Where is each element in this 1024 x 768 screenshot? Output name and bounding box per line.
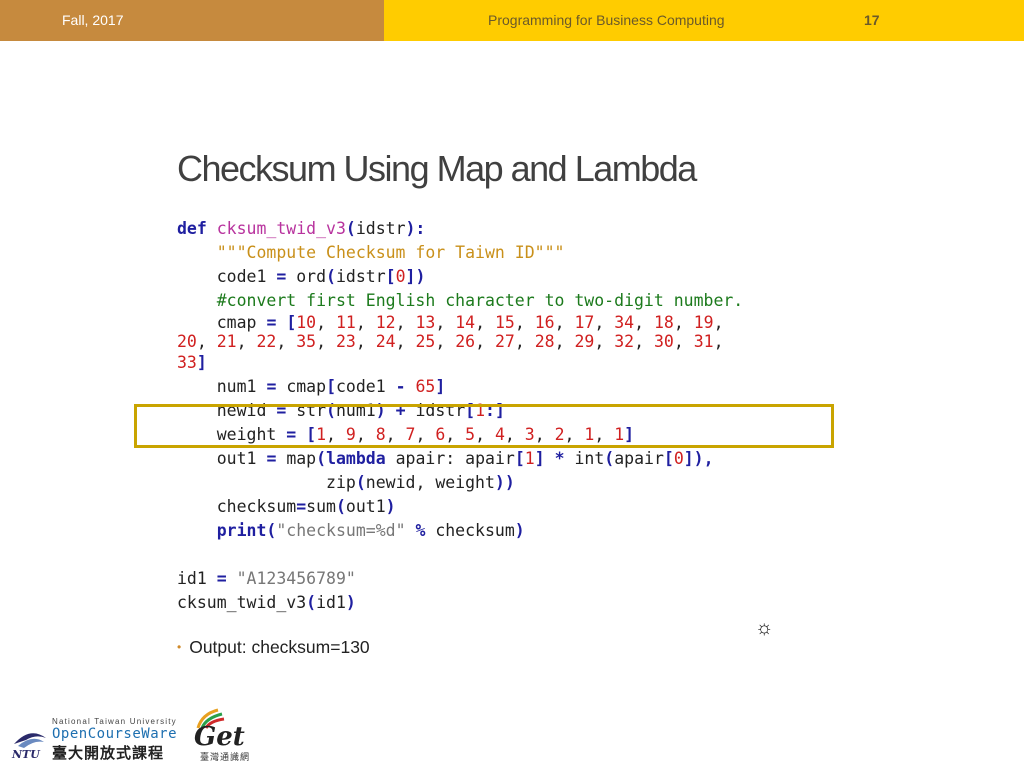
svg-text:NTU: NTU	[11, 748, 41, 760]
code-line-id1: id1 = "A123456789"	[177, 569, 356, 588]
code-line-cmap: cmap = [10, 11, 12, 13, 14, 15, 16, 17, …	[216, 313, 724, 332]
output-text: Output: checksum=130	[189, 637, 370, 657]
ntu-university-text: National Taiwan University	[52, 717, 177, 726]
output-bullet: • Output: checksum=130	[177, 637, 370, 658]
weight-line-highlight	[134, 404, 834, 448]
header-term-bar: Fall, 2017	[0, 0, 384, 41]
ocw-text: OpenCourseWare	[52, 726, 178, 742]
slide-page-number: 17	[864, 12, 880, 28]
code-line-comment: #convert first English character to two-…	[216, 291, 744, 310]
code-line-print: print("checksum=%d" % checksum)	[216, 521, 525, 540]
code-line-out1: out1 = map(lambda apair: apair[1] * int(…	[216, 449, 714, 468]
ntu-emblem-icon: NTU	[11, 733, 46, 760]
code-line-cmap-cont1: 20, 21, 22, 35, 23, 24, 25, 26, 27, 28, …	[177, 332, 724, 351]
code-line-num1: num1 = cmap[code1 - 65]	[216, 377, 446, 396]
code-line-cmap-cont2: 33]	[177, 353, 207, 372]
header-course-title: Programming for Business Computing	[488, 12, 725, 28]
code-line-code1: code1 = ord(idstr[0])	[216, 267, 426, 286]
header-term: Fall, 2017	[62, 12, 124, 28]
code-line-call: cksum_twid_v3(id1)	[177, 593, 356, 612]
ntu-ocw-logo: NTU National Taiwan University OpenCours…	[10, 716, 180, 762]
code-line-zip: zip(newid, weight))	[326, 473, 515, 492]
get-chinese-text: 臺灣通識網	[200, 752, 251, 762]
code-line-docstring: """Compute Checksum for Taiwn ID"""	[216, 243, 565, 262]
ocw-chinese-text: 臺大開放式課程	[52, 745, 165, 762]
code-line-def: def cksum_twid_v3(idstr):	[177, 219, 426, 238]
gear-icon[interactable]: ☼	[755, 617, 773, 640]
bullet-dot-icon: •	[177, 640, 182, 654]
code-line-checksum: checksum=sum(out1)	[216, 497, 396, 516]
slide-title: Checksum Using Map and Lambda	[177, 148, 697, 189]
get-logo: Get 臺灣通識網	[186, 708, 256, 764]
get-text: Get	[194, 722, 245, 752]
